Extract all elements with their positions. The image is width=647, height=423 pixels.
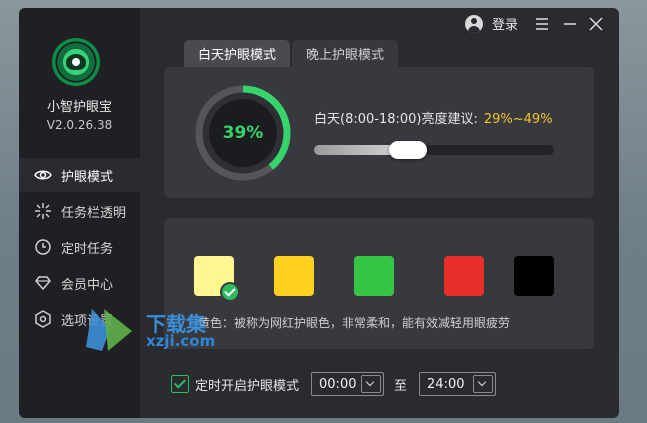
start-time-select[interactable]: 00:00 <box>311 372 385 396</box>
sidebar-item-label: 护眼模式 <box>61 169 114 185</box>
watermark-url: xzji.com <box>146 332 216 350</box>
brightness-suggestion-value: 29%~49% <box>483 112 553 127</box>
color-description: 黄色：被称为网红护眼色，非常柔和，能有效减轻用眼疲劳 <box>198 316 511 330</box>
login-button[interactable]: 登录 <box>465 14 518 33</box>
sidebar-item-label: 定时任务 <box>61 241 114 257</box>
sidebar: 小智护眼宝 V2.0.26.38 护眼模式 任务栏透明 定时任务 会员中心 选项… <box>19 8 140 418</box>
timer-row: 定时开启护眼模式 00:00 至 24:00 <box>171 372 497 396</box>
sidebar-item-eye-mode[interactable]: 护眼模式 <box>19 158 140 192</box>
tab-day-mode[interactable]: 白天护眼模式 <box>184 40 291 67</box>
sidebar-item-label: 任务栏透明 <box>61 205 127 221</box>
to-label: 至 <box>394 378 408 394</box>
color-swatch-yellow[interactable] <box>274 256 314 296</box>
menu-icon[interactable] <box>534 16 550 32</box>
brightness-suggestion-label: 白天(8:00-18:00)亮度建议: <box>314 112 478 127</box>
app-logo <box>52 38 100 86</box>
end-time-value: 24:00 <box>427 376 465 392</box>
brightness-suggestion: 白天(8:00-18:00)亮度建议: 29%~49% <box>314 108 553 127</box>
sidebar-item-scheduled-task[interactable]: 定时任务 <box>19 230 140 264</box>
color-panel: 黄色：被称为网红护眼色，非常柔和，能有效减轻用眼疲劳 <box>164 218 594 349</box>
brightness-slider[interactable] <box>314 141 554 159</box>
app-window: 小智护眼宝 V2.0.26.38 护眼模式 任务栏透明 定时任务 会员中心 选项… <box>19 8 619 418</box>
timer-checkbox[interactable] <box>171 375 189 393</box>
tab-night-mode[interactable]: 晚上护眼模式 <box>292 40 399 67</box>
close-icon[interactable] <box>588 16 604 32</box>
diamond-icon <box>33 273 53 293</box>
chevron-down-icon <box>473 375 494 393</box>
sidebar-item-label: 会员中心 <box>61 277 114 293</box>
brightness-slider-thumb[interactable] <box>389 141 427 159</box>
user-avatar-icon <box>465 14 483 33</box>
color-swatch-red[interactable] <box>444 256 484 296</box>
app-name: 小智护眼宝 <box>46 100 112 115</box>
chevron-down-icon <box>361 375 382 393</box>
color-swatch-cream[interactable] <box>194 256 240 302</box>
mode-tabs: 白天护眼模式 晚上护眼模式 <box>184 40 400 67</box>
check-icon <box>220 282 240 302</box>
logo-eye-icon <box>66 54 86 70</box>
color-swatch-black[interactable] <box>514 256 554 296</box>
app-version: V2.0.26.38 <box>46 118 113 132</box>
color-swatch-green[interactable] <box>354 256 394 296</box>
sparkle-icon <box>33 201 53 221</box>
sidebar-item-taskbar-transparent[interactable]: 任务栏透明 <box>19 194 140 228</box>
eye-icon <box>33 165 53 185</box>
gear-icon <box>33 309 53 329</box>
minimize-icon[interactable] <box>562 16 578 32</box>
brightness-panel: 39% 白天(8:00-18:00)亮度建议: 29%~49% <box>164 67 594 198</box>
sidebar-item-member-center[interactable]: 会员中心 <box>19 266 140 300</box>
brightness-percent: 39% <box>222 123 264 143</box>
start-time-value: 00:00 <box>319 376 357 392</box>
clock-icon <box>33 237 53 257</box>
end-time-select[interactable]: 24:00 <box>419 372 497 396</box>
timer-checkbox-label: 定时开启护眼模式 <box>195 378 300 394</box>
login-label: 登录 <box>492 18 519 33</box>
